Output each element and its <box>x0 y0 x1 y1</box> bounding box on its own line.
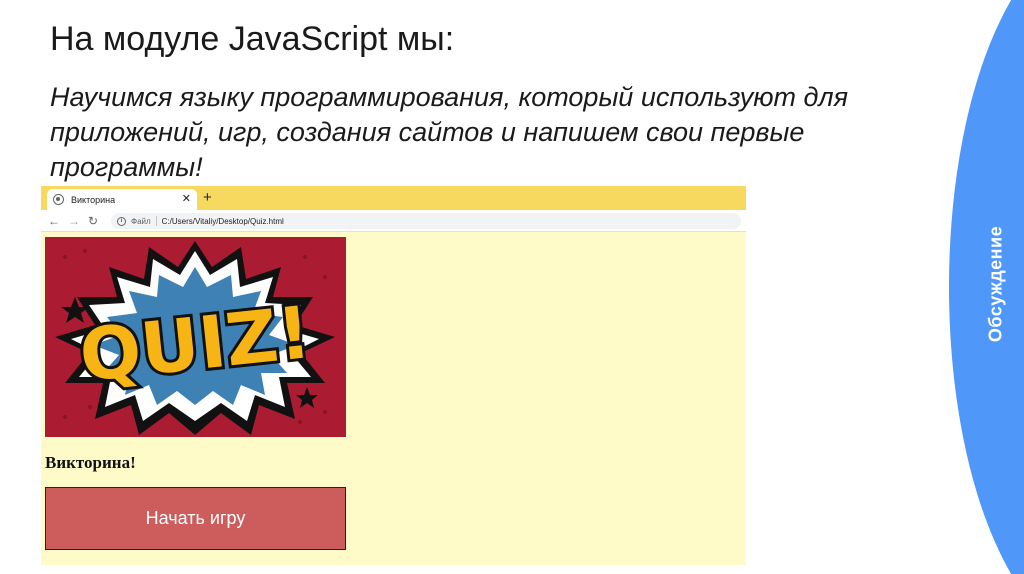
browser-tabbar: Викторина ✕ + <box>41 186 746 210</box>
info-icon[interactable]: i <box>117 216 126 226</box>
slide-subtitle: Научимся языку программирования, который… <box>50 82 849 182</box>
slide: На модуле JavaScript мы: Научимся языку … <box>0 0 1024 574</box>
browser-toolbar: ← → ↻ i Файл C:/Users/Vitaliy/Desktop/Qu… <box>41 210 746 232</box>
browser-tab[interactable]: Викторина ✕ <box>47 189 197 210</box>
close-icon[interactable]: ✕ <box>182 194 191 205</box>
forward-arrow-icon[interactable]: → <box>68 213 80 229</box>
quiz-banner-image: QUIZ! <box>45 237 346 437</box>
slide-title: На модуле JavaScript мы: <box>50 20 455 58</box>
address-divider <box>155 216 157 226</box>
side-tab[interactable] <box>934 0 1024 574</box>
address-bar[interactable]: i Файл C:/Users/Vitaliy/Desktop/Quiz.htm… <box>111 213 741 229</box>
reload-icon[interactable]: ↻ <box>88 213 98 229</box>
side-tab-label: Обсуждение <box>985 225 1006 343</box>
address-url[interactable]: C:/Users/Vitaliy/Desktop/Quiz.html <box>162 217 284 226</box>
side-semicircle <box>949 0 1024 574</box>
start-game-button[interactable]: Начать игру <box>45 487 346 550</box>
new-tab-button[interactable]: + <box>203 189 212 207</box>
browser-tab-title: Викторина <box>71 194 116 205</box>
quiz-heading: Викторина! <box>45 453 136 472</box>
browser-screenshot: Викторина ✕ + ← → ↻ i Файл C:/Users/Vita… <box>41 186 746 565</box>
back-arrow-icon[interactable]: ← <box>48 213 60 229</box>
address-scheme: Файл <box>131 216 151 226</box>
globe-icon <box>53 194 64 205</box>
